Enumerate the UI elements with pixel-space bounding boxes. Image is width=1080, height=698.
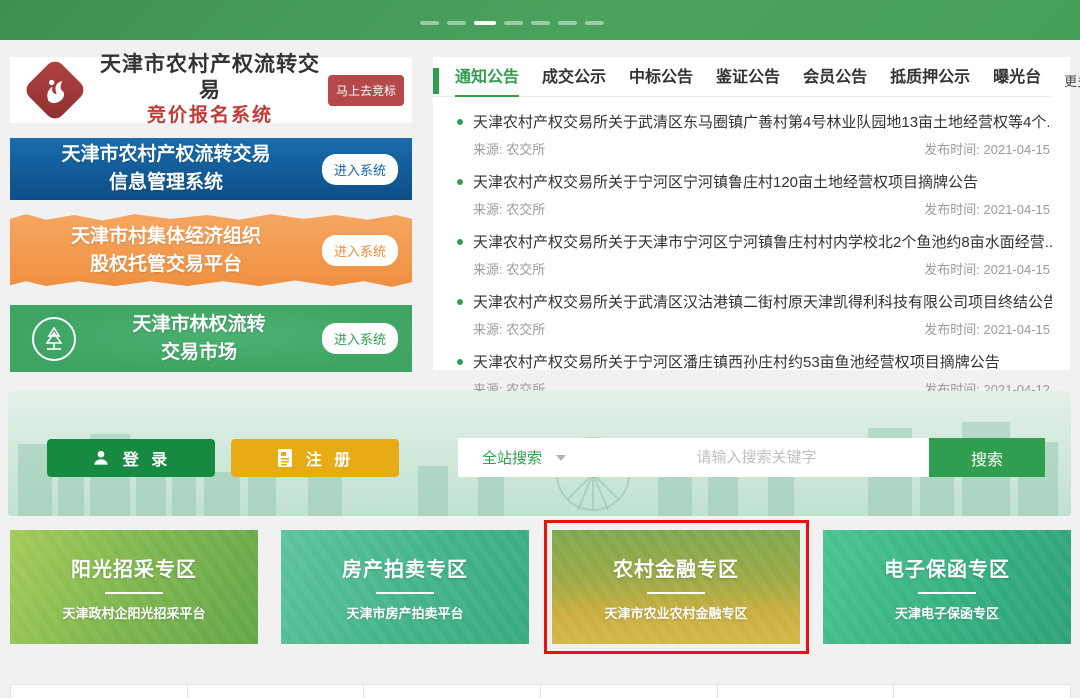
stat-cell (717, 684, 895, 698)
tab-authentication[interactable]: 鉴证公告 (716, 65, 780, 97)
enter-system-button[interactable]: 进入系统 (322, 154, 398, 185)
divider (647, 592, 705, 594)
info-management-banner[interactable]: 天津市农村产权流转交易 信息管理系统 进入系统 (10, 138, 412, 200)
carousel-dot[interactable] (585, 21, 604, 25)
zone-card-e-guarantee[interactable]: 电子保函专区 天津电子保函专区 (823, 530, 1071, 644)
site-subtitle: 竞价报名系统 (92, 104, 328, 128)
bullet-icon (457, 299, 463, 305)
announcement-link[interactable]: 天津农村产权交易所关于武清区东马圈镇广善村第4号林业队园地13亩土地经营权等4个… (457, 111, 1052, 132)
source-text: 来源: 农交所 (473, 319, 545, 338)
carousel-indicators (420, 21, 604, 25)
list-item: 天津农村产权交易所关于武清区汉沽港镇二街村原天津凯得利科技有限公司项目终结公告 … (457, 291, 1052, 338)
tab-accent-bar (433, 68, 439, 94)
carousel-dot[interactable] (447, 21, 466, 25)
login-button[interactable]: 登 录 (47, 439, 215, 477)
banner-line1: 天津市村集体经济组织 (10, 223, 322, 251)
forest-rights-banner[interactable]: 天津市林权流转 交易市场 进入系统 (10, 305, 412, 372)
enter-system-button[interactable]: 进入系统 (322, 235, 398, 266)
bullet-icon (457, 179, 463, 185)
announcement-link[interactable]: 天津农村产权交易所关于宁河区宁河镇鲁庄村120亩土地经营权项目摘牌公告 (457, 171, 1052, 192)
bullet-icon (457, 119, 463, 125)
publish-time: 发布时间: 2021-04-15 (924, 259, 1050, 278)
divider (376, 592, 434, 594)
banner-line1: 天津市林权流转 (76, 311, 322, 339)
search-bar: 全站搜索 (458, 438, 929, 477)
stat-cell (893, 684, 1071, 698)
homepage: 天津市农村产权流转交易 竞价报名系统 马上去竞标 天津市农村产权流转交易 信息管… (0, 0, 1080, 698)
stat-cell (363, 684, 541, 698)
publish-time: 发布时间: 2021-04-15 (924, 319, 1050, 338)
tab-notice[interactable]: 通知公告 (455, 65, 519, 97)
hero-band: 登 录 注 册 全站搜索 搜索 (8, 391, 1071, 516)
carousel-banner[interactable] (0, 0, 1080, 40)
list-item: 天津农村产权交易所关于天津市宁河区宁河镇鲁庄村村内学校北2个鱼池约8亩水面经营.… (457, 231, 1052, 278)
search-input[interactable] (584, 438, 929, 477)
zone-card-sunshine-procurement[interactable]: 阳光招采专区 天津政村企阳光招采平台 (10, 530, 258, 644)
announcement-link[interactable]: 天津农村产权交易所关于天津市宁河区宁河镇鲁庄村村内学校北2个鱼池约8亩水面经营.… (457, 231, 1052, 252)
carousel-dot-active[interactable] (474, 21, 496, 25)
equity-custody-banner[interactable]: 天津市村集体经济组织 股权托管交易平台 进入系统 (10, 211, 412, 290)
tab-member[interactable]: 会员公告 (803, 65, 867, 97)
banner-line1: 天津市农村产权流转交易 (10, 141, 322, 169)
stat-cell (10, 684, 188, 698)
divider (105, 592, 163, 594)
carousel-dot[interactable] (558, 21, 577, 25)
publish-time: 发布时间: 2021-04-15 (924, 139, 1050, 158)
go-bid-button[interactable]: 马上去竞标 (328, 75, 404, 106)
tab-pledge[interactable]: 抵质押公示 (890, 65, 970, 97)
enter-system-button[interactable]: 进入系统 (322, 323, 398, 354)
stat-cell (540, 684, 718, 698)
user-icon (91, 448, 111, 468)
search-button[interactable]: 搜索 (929, 438, 1045, 477)
bullet-icon (457, 239, 463, 245)
banner-line2: 股权托管交易平台 (10, 251, 322, 279)
announcement-panel: 通知公告 成交公示 中标公告 鉴证公告 会员公告 抵质押公示 曝光台 更多 天津… (433, 57, 1070, 370)
banner-line2: 信息管理系统 (10, 169, 322, 197)
carousel-dot[interactable] (531, 21, 550, 25)
tree-icon (32, 317, 76, 361)
zone-card-real-estate-auction[interactable]: 房产拍卖专区 天津市房产拍卖平台 (281, 530, 529, 644)
tab-winning-bid[interactable]: 中标公告 (629, 65, 693, 97)
tab-deal-publicity[interactable]: 成交公示 (542, 65, 606, 97)
register-button[interactable]: 注 册 (231, 439, 399, 477)
source-text: 来源: 农交所 (473, 259, 545, 278)
carousel-dot[interactable] (420, 21, 439, 25)
carousel-dot[interactable] (504, 21, 523, 25)
site-title: 天津市农村产权流转交易 (92, 52, 328, 105)
announcement-list: 天津农村产权交易所关于武清区东马圈镇广善村第4号林业队园地13亩土地经营权等4个… (433, 97, 1052, 398)
source-text: 来源: 农交所 (473, 139, 545, 158)
announcement-link[interactable]: 天津农村产权交易所关于武清区汉沽港镇二街村原天津凯得利科技有限公司项目终结公告 (457, 291, 1052, 312)
list-item: 天津农村产权交易所关于武清区东马圈镇广善村第4号林业队园地13亩土地经营权等4个… (457, 111, 1052, 158)
divider (918, 592, 976, 594)
search-scope-select[interactable]: 全站搜索 (458, 447, 584, 468)
source-text: 来源: 农交所 (473, 199, 545, 218)
tab-exposure[interactable]: 曝光台 (993, 65, 1041, 97)
id-card-icon (276, 448, 294, 468)
bidding-system-title: 天津市农村产权流转交易 竞价报名系统 (92, 52, 328, 128)
announcement-link[interactable]: 天津农村产权交易所关于宁河区潘庄镇西孙庄村约53亩鱼池经营权项目摘牌公告 (457, 351, 1052, 372)
next-section-partial (10, 684, 1070, 698)
publish-time: 发布时间: 2021-04-15 (924, 199, 1050, 218)
banner-line2: 交易市场 (76, 339, 322, 367)
bidding-system-card: 天津市农村产权流转交易 竞价报名系统 马上去竞标 (10, 57, 412, 123)
zone-card-rural-finance[interactable]: 农村金融专区 天津市农业农村金融专区 (552, 530, 800, 644)
more-link[interactable]: 更多 (1064, 71, 1080, 90)
list-item: 天津农村产权交易所关于宁河区宁河镇鲁庄村120亩土地经营权项目摘牌公告 来源: … (457, 171, 1052, 218)
bullet-icon (457, 359, 463, 365)
site-logo-icon (22, 57, 87, 122)
stat-cell (187, 684, 365, 698)
chevron-down-icon (556, 455, 566, 461)
announcement-tabs: 通知公告 成交公示 中标公告 鉴证公告 会员公告 抵质押公示 曝光台 更多 (433, 65, 1052, 97)
